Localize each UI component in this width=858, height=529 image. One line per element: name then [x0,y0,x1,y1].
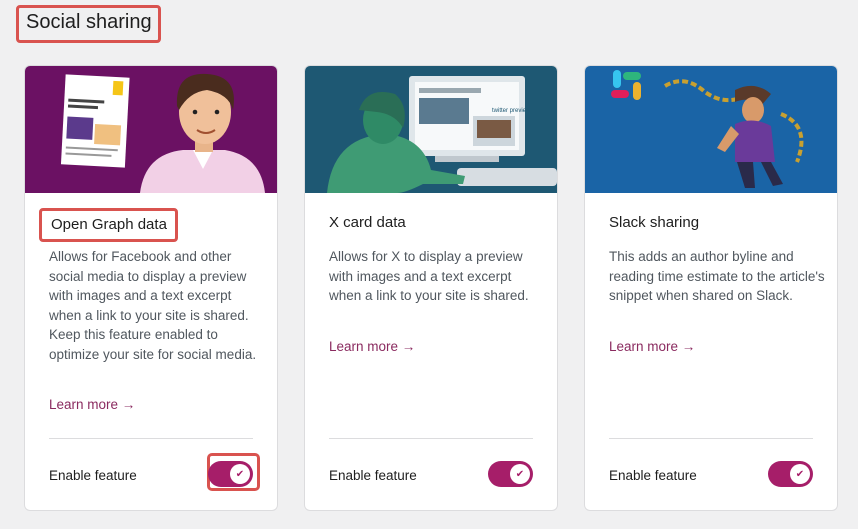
divider [49,438,253,439]
check-icon: ✔ [510,464,530,484]
card-title: Slack sharing [609,214,700,231]
card-description: Allows for X to display a preview with i… [329,249,529,303]
hero-caption: twitter preview [492,108,531,114]
enable-feature-toggle[interactable]: ✔ [208,461,253,487]
divider [609,438,813,439]
card-description: This adds an author byline and reading t… [609,249,825,303]
enable-feature-label: Enable feature [329,468,417,483]
card-x-card: twitter preview X card data Allows for X… [304,65,558,511]
check-icon: ✔ [790,464,810,484]
card-slack: Slack sharing This adds an author byline… [584,65,838,511]
learn-more-link[interactable]: Learn more → [49,397,135,412]
slack-illustration [585,66,837,193]
divider [329,438,533,439]
section-title: Social sharing [16,5,161,43]
enable-feature-toggle[interactable]: ✔ [488,461,533,487]
enable-feature-toggle[interactable]: ✔ [768,461,813,487]
enable-feature-label: Enable feature [49,468,137,483]
learn-more-link[interactable]: Learn more → [329,339,415,354]
x-card-illustration: twitter preview [305,66,557,193]
enable-feature-label: Enable feature [609,468,697,483]
card-open-graph: Open Graph data Allows for Facebook and … [24,65,278,511]
learn-more-link[interactable]: Learn more → [609,339,695,354]
check-icon: ✔ [230,464,250,484]
card-title: Open Graph data [39,208,178,242]
card-title: X card data [329,214,406,231]
open-graph-illustration [25,66,277,193]
card-description: Allows for Facebook and other social med… [49,249,257,362]
